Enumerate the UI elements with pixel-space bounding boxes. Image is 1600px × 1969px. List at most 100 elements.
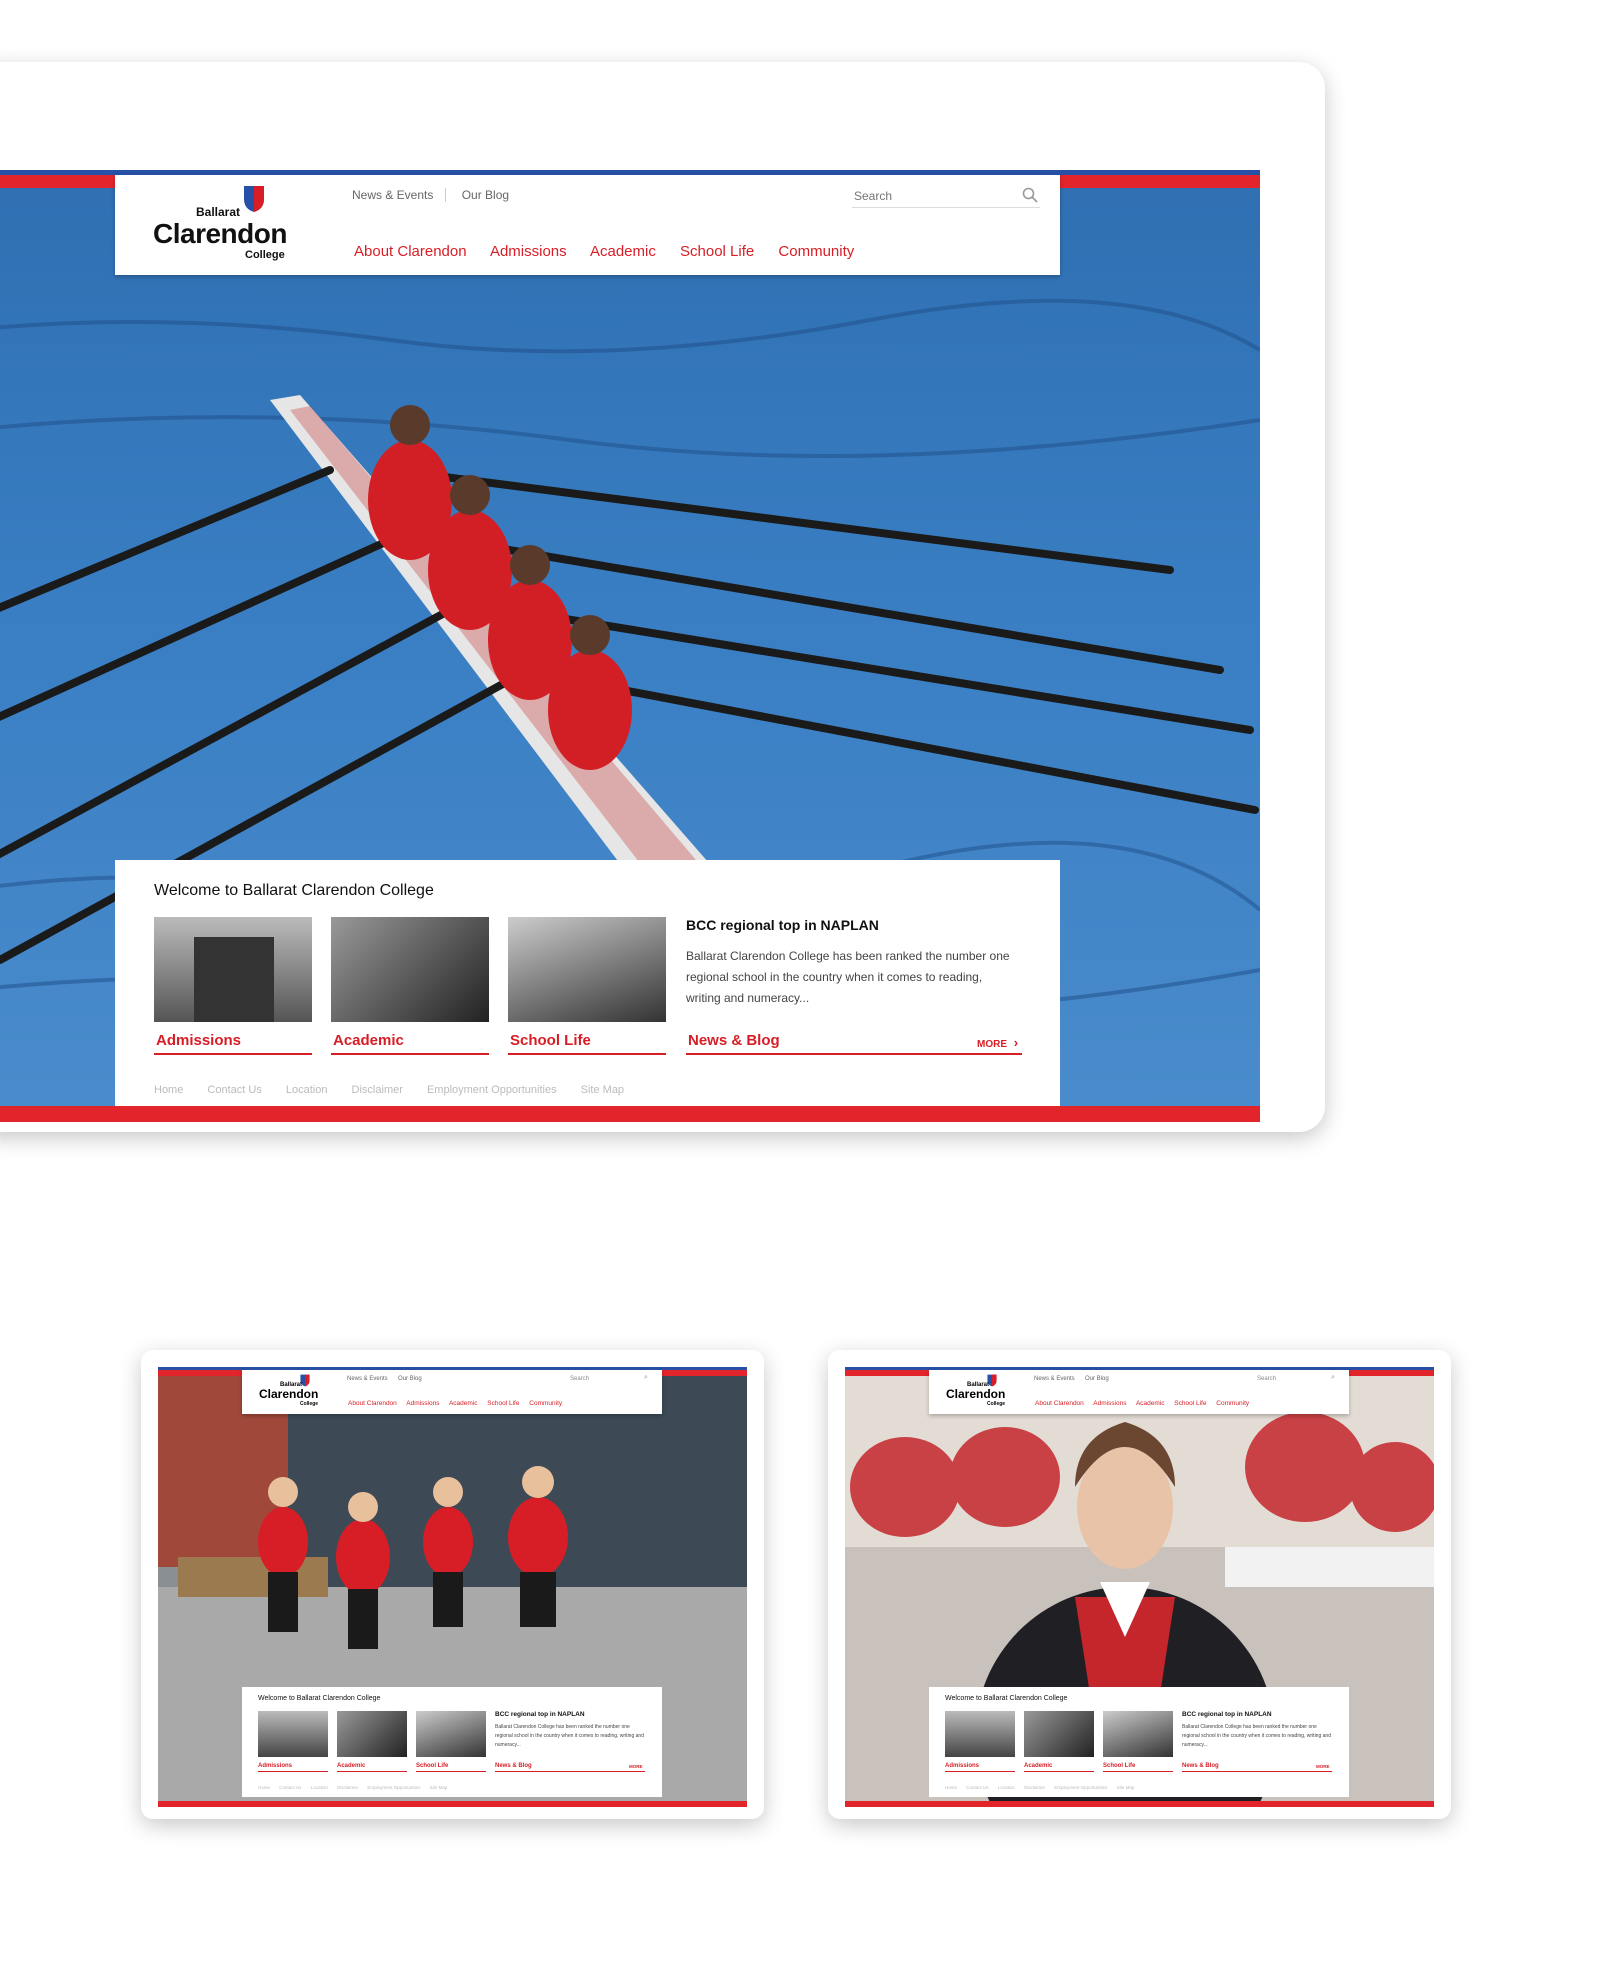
search-input[interactable] — [852, 185, 1006, 207]
logo-line-3: College — [245, 249, 285, 261]
utility-link-our-blog[interactable]: Our Blog — [450, 188, 509, 202]
logo[interactable]: Ballarat Clarendon College — [153, 185, 293, 265]
footer-link-location[interactable]: Location — [311, 1785, 328, 1790]
academic-thumbnail[interactable] — [337, 1711, 407, 1757]
news-headline[interactable]: BCC regional top in NAPLAN — [686, 917, 879, 933]
nav-admissions[interactable]: Admissions — [1093, 1400, 1126, 1407]
utility-link-our-blog[interactable]: Our Blog — [1085, 1376, 1109, 1382]
tile-label-news-blog[interactable]: News & Blog — [1182, 1763, 1332, 1772]
search-input[interactable]: Search — [1257, 1376, 1276, 1382]
utility-link-news-events[interactable]: News & Events — [352, 188, 447, 202]
large-device-frame: Ballarat Clarendon College News & Events… — [0, 62, 1325, 1132]
nav-about-clarendon[interactable]: About Clarendon — [348, 1400, 397, 1407]
news-excerpt: Ballarat Clarendon College has been rank… — [495, 1724, 644, 1748]
nav-school-life[interactable]: School Life — [487, 1400, 519, 1407]
nav-admissions[interactable]: Admissions — [406, 1400, 439, 1407]
admissions-thumbnail[interactable] — [945, 1711, 1015, 1757]
nav-community[interactable]: Community — [529, 1400, 562, 1407]
news-headline[interactable]: BCC regional top in NAPLAN — [495, 1711, 585, 1718]
footer-link-home[interactable]: Home — [258, 1785, 270, 1790]
tile-label-admissions[interactable]: Admissions — [258, 1763, 328, 1772]
welcome-heading: Welcome to Ballarat Clarendon College — [258, 1695, 381, 1702]
footer-link-disclaimer[interactable]: Disclaimer — [1024, 1785, 1045, 1790]
utility-link-news-events[interactable]: News & Events — [347, 1376, 388, 1382]
nav-academic[interactable]: Academic — [590, 243, 656, 260]
search-icon[interactable]: ⌕ — [644, 1374, 648, 1382]
main-nav: About Clarendon Admissions Academic Scho… — [1035, 1400, 1249, 1407]
footer-links: Home Contact Us Location Disclaimer Empl… — [258, 1785, 447, 1790]
footer-link-contact-us[interactable]: Contact Us — [279, 1785, 301, 1790]
logo-line-3: College — [987, 1401, 1006, 1407]
tile-label-academic[interactable]: Academic — [1024, 1763, 1094, 1772]
tile-label-admissions[interactable]: Admissions — [945, 1763, 1015, 1772]
footer-link-home[interactable]: Home — [154, 1084, 183, 1096]
nav-about-clarendon[interactable]: About Clarendon — [354, 243, 467, 260]
footer-link-site-map[interactable]: Site Map — [1117, 1785, 1135, 1790]
tile-label-admissions[interactable]: Admissions — [154, 1032, 312, 1055]
footer-link-disclaimer[interactable]: Disclaimer — [352, 1084, 403, 1096]
academic-thumbnail[interactable] — [1024, 1711, 1094, 1757]
tile-label-school-life[interactable]: School Life — [1103, 1763, 1173, 1772]
main-nav: About Clarendon Admissions Academic Scho… — [354, 243, 854, 260]
nav-admissions[interactable]: Admissions — [490, 243, 567, 260]
search-input[interactable]: Search — [570, 1376, 589, 1382]
news-headline[interactable]: BCC regional top in NAPLAN — [1182, 1711, 1272, 1718]
nav-school-life[interactable]: School Life — [1174, 1400, 1206, 1407]
welcome-panel: Welcome to Ballarat Clarendon College Ad… — [115, 860, 1060, 1106]
footer-link-contact-us[interactable]: Contact Us — [207, 1084, 261, 1096]
tile-label-school-life[interactable]: School Life — [416, 1763, 486, 1772]
utility-nav: News & Events Our Blog — [352, 188, 509, 202]
site-header: Ballarat Clarendon College News & Events… — [242, 1370, 662, 1414]
logo-line-1: Ballarat — [196, 205, 241, 219]
news-excerpt: Ballarat Clarendon College has been rank… — [1182, 1724, 1331, 1748]
bottom-red-bar — [0, 1106, 1260, 1122]
footer-link-employment[interactable]: Employment Opportunities — [1054, 1785, 1107, 1790]
more-link[interactable]: MORE › — [977, 1035, 1018, 1050]
tile-label-news-blog[interactable]: News & Blog — [686, 1032, 1022, 1055]
logo-line-2: Clarendon — [153, 218, 287, 249]
tile-label-school-life[interactable]: School Life — [508, 1032, 666, 1055]
utility-link-news-events[interactable]: News & Events — [1034, 1376, 1075, 1382]
footer-link-employment[interactable]: Employment Opportunities — [367, 1785, 420, 1790]
footer-link-employment[interactable]: Employment Opportunities — [427, 1084, 557, 1096]
school-life-thumbnail[interactable] — [1103, 1711, 1173, 1757]
search-icon[interactable] — [1022, 187, 1038, 203]
more-link[interactable]: MORE — [1316, 1764, 1330, 1769]
admissions-thumbnail[interactable] — [154, 917, 312, 1022]
bottom-red-bar — [158, 1801, 747, 1807]
nav-about-clarendon[interactable]: About Clarendon — [1035, 1400, 1084, 1407]
site-header: Ballarat Clarendon College News & Events… — [115, 175, 1060, 275]
tile-label-academic[interactable]: Academic — [331, 1032, 489, 1055]
school-life-thumbnail[interactable] — [416, 1711, 486, 1757]
footer-link-contact-us[interactable]: Contact Us — [966, 1785, 988, 1790]
main-nav: About Clarendon Admissions Academic Scho… — [348, 1400, 562, 1407]
nav-school-life[interactable]: School Life — [680, 243, 754, 260]
utility-link-our-blog[interactable]: Our Blog — [398, 1376, 422, 1382]
nav-academic[interactable]: Academic — [449, 1400, 478, 1407]
footer-links: Home Contact Us Location Disclaimer Empl… — [154, 1084, 624, 1096]
homepage-preview-left: Ballarat Clarendon College News & Events… — [158, 1367, 747, 1807]
footer-link-disclaimer[interactable]: Disclaimer — [337, 1785, 358, 1790]
footer-link-location[interactable]: Location — [998, 1785, 1015, 1790]
welcome-panel: Welcome to Ballarat Clarendon College Ad… — [929, 1687, 1349, 1797]
welcome-heading: Welcome to Ballarat Clarendon College — [945, 1695, 1068, 1702]
homepage-preview-right: Ballarat Clarendon College News & Events… — [845, 1367, 1434, 1807]
search-icon[interactable]: ⌕ — [1331, 1374, 1335, 1382]
tile-label-news-blog[interactable]: News & Blog — [495, 1763, 645, 1772]
nav-community[interactable]: Community — [778, 243, 854, 260]
footer-links: Home Contact Us Location Disclaimer Empl… — [945, 1785, 1134, 1790]
footer-link-site-map[interactable]: Site Map — [430, 1785, 448, 1790]
nav-community[interactable]: Community — [1216, 1400, 1249, 1407]
footer-link-home[interactable]: Home — [945, 1785, 957, 1790]
admissions-thumbnail[interactable] — [258, 1711, 328, 1757]
school-life-thumbnail[interactable] — [508, 917, 666, 1022]
small-device-frame-left: Ballarat Clarendon College News & Events… — [141, 1350, 764, 1819]
tile-label-academic[interactable]: Academic — [337, 1763, 407, 1772]
nav-academic[interactable]: Academic — [1136, 1400, 1165, 1407]
more-label: MORE — [1316, 1764, 1330, 1769]
academic-thumbnail[interactable] — [331, 917, 489, 1022]
more-link[interactable]: MORE — [629, 1764, 643, 1769]
footer-link-site-map[interactable]: Site Map — [581, 1084, 624, 1096]
search-box — [852, 185, 1040, 208]
footer-link-location[interactable]: Location — [286, 1084, 328, 1096]
